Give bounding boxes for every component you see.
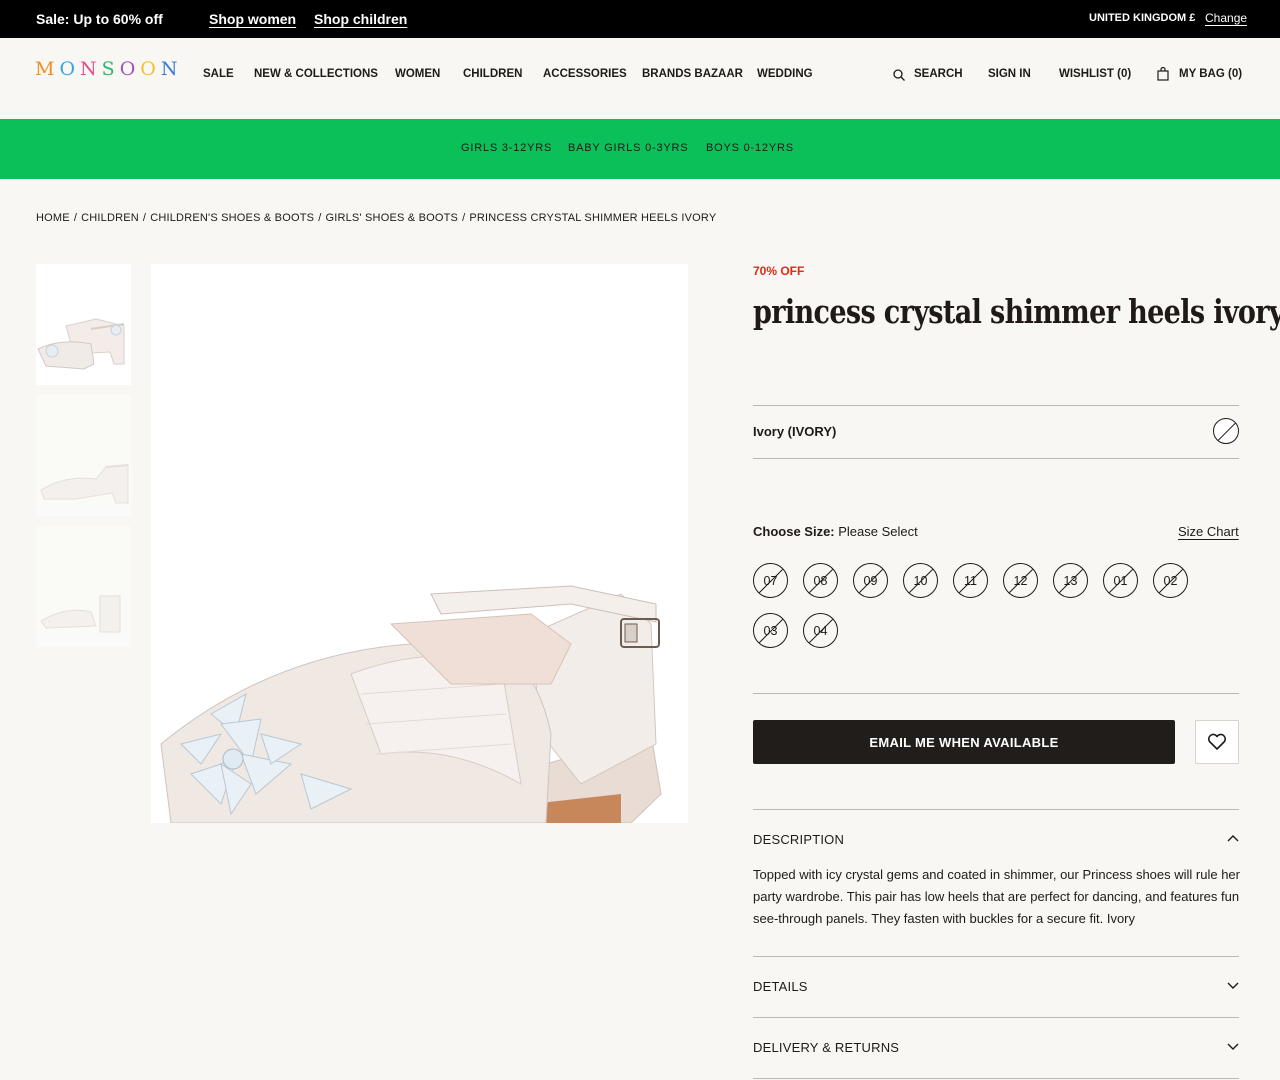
wishlist-link[interactable]: WISHLIST (0) — [1059, 68, 1131, 80]
nav-accessories[interactable]: ACCESSORIES — [543, 68, 627, 80]
category-baby-girls-0-3[interactable]: BABY GIRLS 0-3YRS — [568, 142, 688, 154]
divider — [753, 693, 1239, 694]
divider — [753, 1017, 1239, 1018]
size-chart-link[interactable]: Size Chart — [1178, 524, 1239, 539]
email-me-when-available-button[interactable]: EMAIL ME WHEN AVAILABLE — [753, 720, 1175, 764]
thumbnail-3[interactable] — [36, 526, 131, 647]
search-link[interactable]: SEARCH — [914, 68, 963, 80]
size-option-unavailable[interactable]: 10 — [903, 563, 938, 598]
chevron-down-icon[interactable] — [1227, 982, 1239, 990]
heart-icon — [1207, 733, 1227, 750]
divider — [753, 458, 1239, 459]
logo-letter: N — [160, 58, 183, 80]
thumbnail-1[interactable] — [36, 264, 131, 385]
divider — [753, 1078, 1239, 1079]
logo-letter: S — [101, 58, 120, 80]
promo-bar: Sale: Up to 60% off Shop women Shop chil… — [0, 0, 1280, 38]
description-accordion-toggle[interactable]: DESCRIPTION — [753, 832, 844, 847]
country-selector-label: UNITED KINGDOM £ — [1089, 12, 1196, 24]
logo-letter: O — [59, 58, 81, 80]
shop-women-link[interactable]: Shop women — [209, 11, 296, 27]
divider — [753, 809, 1239, 810]
breadcrumb-childrens-shoes-boots[interactable]: CHILDREN'S SHOES & BOOTS — [150, 212, 314, 224]
change-country-link[interactable]: Change — [1205, 11, 1247, 25]
size-option-unavailable[interactable]: 09 — [853, 563, 888, 598]
sign-in-link[interactable]: SIGN IN — [988, 68, 1031, 80]
shoe-back-image — [40, 595, 121, 633]
nav-new-collections[interactable]: NEW & COLLECTIONS — [254, 68, 378, 80]
shoe-pair-image — [37, 318, 125, 370]
breadcrumb-home[interactable]: HOME — [36, 212, 70, 224]
delivery-returns-accordion-toggle[interactable]: DELIVERY & RETURNS — [753, 1040, 899, 1055]
category-bar: GIRLS 3-12YRS BABY GIRLS 0-3YRS BOYS 0-1… — [0, 119, 1280, 179]
shoe-side-image — [40, 464, 129, 504]
nav-sale[interactable]: SALE — [203, 68, 234, 80]
nav-brands-bazaar[interactable]: BRANDS BAZAAR — [642, 68, 743, 80]
size-label: Choose Size: Please Select — [753, 524, 918, 539]
logo-letter: O — [140, 58, 161, 80]
breadcrumb: HOME / CHILDREN / CHILDREN'S SHOES & BOOTS / G… — [36, 212, 717, 224]
shoe-main-image — [160, 585, 662, 823]
category-boys-0-12[interactable]: BOYS 0-12YRS — [706, 142, 794, 154]
product-title: princess crystal shimmer heels ivory — [753, 292, 1280, 331]
size-prompt: Choose Size: — [753, 524, 835, 539]
nav-children[interactable]: CHILDREN — [463, 68, 522, 80]
thumbnail-2[interactable] — [36, 395, 131, 516]
discount-badge: 70% OFF — [753, 264, 805, 278]
bag-icon[interactable] — [1157, 67, 1169, 81]
size-option-unavailable[interactable]: 08 — [803, 563, 838, 598]
size-option-unavailable[interactable]: 12 — [1003, 563, 1038, 598]
breadcrumb-current: PRINCESS CRYSTAL SHIMMER HEELS IVORY — [469, 212, 717, 224]
logo-letter: N — [80, 58, 102, 80]
divider — [753, 405, 1239, 406]
divider — [753, 956, 1239, 957]
nav-wedding[interactable]: WEDDING — [757, 68, 813, 80]
logo-letter: M — [35, 58, 60, 80]
sale-promo-text: Sale: Up to 60% off — [36, 11, 163, 27]
site-header: MONSOON SALE NEW & COLLECTIONS WOMEN CHI… — [0, 38, 1280, 119]
search-icon[interactable] — [893, 69, 905, 81]
size-option-unavailable[interactable]: 01 — [1103, 563, 1138, 598]
colour-label: Ivory (IVORY) — [753, 424, 837, 439]
size-option-unavailable[interactable]: 11 — [953, 563, 988, 598]
details-accordion-toggle[interactable]: DETAILS — [753, 979, 808, 994]
monsoon-logo[interactable]: MONSOON — [35, 58, 182, 80]
breadcrumb-children[interactable]: CHILDREN — [81, 212, 139, 224]
size-option-unavailable[interactable]: 04 — [803, 613, 838, 648]
product-description: Topped with icy crystal gems and coated … — [753, 867, 1240, 926]
nav-women[interactable]: WOMEN — [395, 68, 440, 80]
my-bag-link[interactable]: MY BAG (0) — [1179, 68, 1242, 80]
logo-letter: O — [119, 58, 141, 80]
size-option-unavailable[interactable]: 02 — [1153, 563, 1188, 598]
size-option-unavailable[interactable]: 03 — [753, 613, 788, 648]
chevron-down-icon[interactable] — [1227, 1043, 1239, 1051]
category-girls-3-12[interactable]: GIRLS 3-12YRS — [461, 142, 552, 154]
size-option-unavailable[interactable]: 07 — [753, 563, 788, 598]
shop-children-link[interactable]: Shop children — [314, 11, 407, 27]
add-to-wishlist-button[interactable] — [1195, 720, 1239, 764]
size-value: Please Select — [838, 524, 918, 539]
size-option-unavailable[interactable]: 13 — [1053, 563, 1088, 598]
breadcrumb-girls-shoes-boots[interactable]: GIRLS' SHOES & BOOTS — [325, 212, 458, 224]
colour-swatch-unavailable[interactable] — [1213, 418, 1239, 444]
main-product-image[interactable] — [151, 264, 688, 823]
chevron-up-icon[interactable] — [1227, 834, 1239, 842]
